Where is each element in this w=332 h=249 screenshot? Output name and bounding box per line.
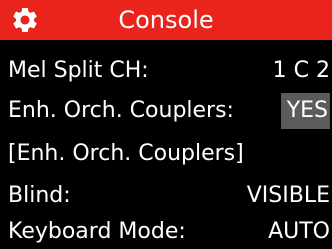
menu-item-enh-orch-couplers[interactable]: Enh. Orch. Couplers: YES [0, 91, 332, 131]
menu-item-label: Keyboard Mode: [8, 219, 186, 244]
header-bar: Console [0, 0, 332, 40]
menu-item-enh-orch-couplers-submenu[interactable]: [Enh. Orch. Couplers] [0, 134, 332, 174]
menu-item-keyboard-mode[interactable]: Keyboard Mode: AUTO [0, 212, 332, 249]
page-title: Console [118, 6, 214, 34]
menu-item-label: Enh. Orch. Couplers: [8, 98, 234, 123]
menu-item-value: AUTO [268, 219, 330, 244]
console-screen: Console Mel Split CH: 1 C 2 Enh. Orch. C… [0, 0, 332, 249]
menu-item-mel-split-ch[interactable]: Mel Split CH: 1 C 2 [0, 51, 332, 91]
menu-item-value: VISIBLE [246, 183, 330, 208]
menu-item-label: Mel Split CH: [8, 58, 149, 83]
menu-item-value: 1 C 2 [272, 58, 330, 83]
menu-item-label: Blind: [8, 183, 71, 208]
menu-item-value-selected[interactable]: YES [280, 93, 330, 129]
menu-item-blind[interactable]: Blind: VISIBLE [0, 176, 332, 216]
menu-item-label: [Enh. Orch. Couplers] [8, 141, 244, 166]
